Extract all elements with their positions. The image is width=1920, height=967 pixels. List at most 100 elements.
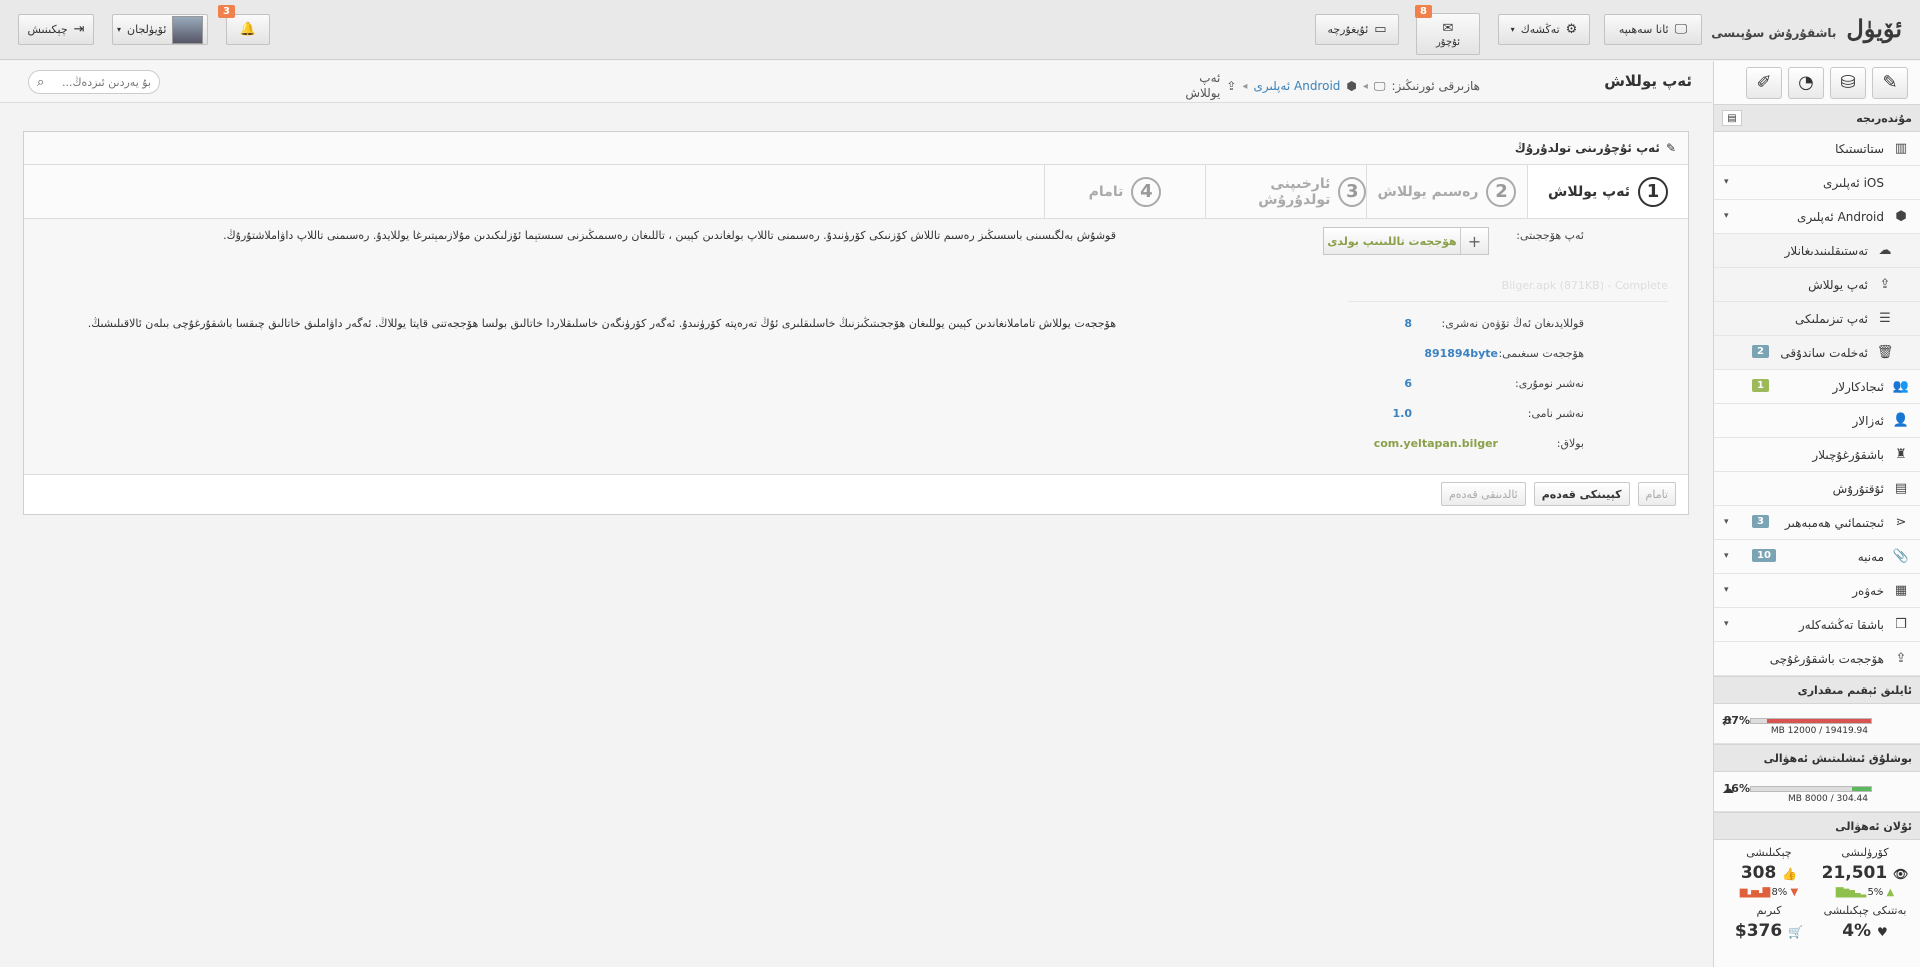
prev-step-button[interactable]: ئالدىنقى قەدەم xyxy=(1440,482,1526,506)
logout-button[interactable]: ⇥ چېكىنىش xyxy=(18,14,94,45)
edit-tool-button[interactable]: ✐ xyxy=(1746,66,1782,99)
avatar xyxy=(172,15,203,44)
chevron-down-icon: ▾ xyxy=(1724,585,1729,595)
traffic-stat: 87% MB 12000 / 19419.94 ⇄ xyxy=(1714,704,1920,744)
sidebar-item-android[interactable]: ⬢ Android ئەپلىرى ▾ xyxy=(1714,200,1920,234)
wizard-footer: ئالدىنقى قەدەم كېيىنكى قەدەم تامام xyxy=(24,475,1688,513)
sidebar-item-social[interactable]: ⋖ ئىجتىمائىي ھەمبەھىر 3 ▾ xyxy=(1714,506,1920,540)
keyboard-icon: ▭ xyxy=(1374,22,1387,37)
caret-up-icon: ▲ xyxy=(1886,887,1895,898)
views-label: كۆرۈلىشى xyxy=(1841,846,1889,859)
sidebar-item-upload[interactable]: ⇪ ئەپ يوللاش xyxy=(1714,268,1920,302)
breadcrumb-android-link[interactable]: Android ئەپلىرى xyxy=(1253,79,1340,93)
chevron-down-icon: ▾ xyxy=(1724,551,1729,561)
search-input[interactable] xyxy=(61,75,151,89)
notifications-badge: 3 xyxy=(218,5,235,18)
separator-icon: ◂ xyxy=(1242,80,1248,92)
sidebar-item-admins[interactable]: ♜ باشقۇرغۇچىلار xyxy=(1714,438,1920,472)
upload-panel: ✎ ئەپ ئۇچۇرىنى تولدۇرۇڭ 1 ئەپ يوللاش 2 ر… xyxy=(23,131,1689,515)
version-name-value: 1.0 xyxy=(1392,407,1413,420)
sidebar-section-header: مۇندەرىجە ▤ xyxy=(1714,104,1920,132)
envelope-icon: ✉ xyxy=(1442,20,1454,36)
language-button[interactable]: ▭ ئۇيغۇرچە xyxy=(1315,14,1399,45)
count-badge: 2 xyxy=(1752,345,1769,358)
brand-subtitle: باشقۇرۇش سۇپىسى xyxy=(1711,26,1837,40)
share-icon: ⋖ xyxy=(1895,515,1907,530)
top-header: ئۆيۈل باشقۇرۇش سۇپىسى 🖵 ئانا سەھىپە ⚙ تە… xyxy=(0,0,1920,60)
clicks-change: ▼ 8% ▇▃▅▂▆ xyxy=(1739,887,1799,898)
overview-header: ئۇلان ئەھۋالى xyxy=(1714,812,1920,840)
home-button[interactable]: 🖵 ئانا سەھىپە xyxy=(1604,14,1702,45)
settings-button[interactable]: ⚙ تەڭشەك ▾ xyxy=(1498,14,1590,45)
sidebar-item-ios[interactable]: iOS ئەپلىرى ▾ xyxy=(1714,166,1920,200)
step-label: تامام xyxy=(1088,183,1124,200)
green-sparkline-icon: ▂▃▅▆▇ xyxy=(1835,887,1866,898)
news-icon: ▤ xyxy=(1894,481,1908,496)
steps-filler xyxy=(24,165,1044,218)
sidebar-item-label: مەنبە xyxy=(1857,549,1884,564)
sidebar-item-pending[interactable]: ☁ تەستىقلىنىدىغانلار xyxy=(1714,234,1920,268)
overview-title: ئۇلان ئەھۋالى xyxy=(1835,819,1912,833)
chevron-down-icon: ▾ xyxy=(1510,25,1515,34)
sidebar-item-sources[interactable]: 📎 مەنبە 10 ▾ xyxy=(1714,540,1920,574)
gear-icon: ⚙ xyxy=(1565,22,1578,37)
version-code-value: 6 xyxy=(1404,377,1412,390)
sidebar-item-creators[interactable]: 👥 ئىجادكارلار 1 xyxy=(1714,370,1920,404)
upload-tray-icon: ⇪ xyxy=(1895,651,1907,666)
sidebar-item-file-manager[interactable]: ⇪ ھۆججەت باشقۇرغۇچى xyxy=(1714,642,1920,676)
search-box[interactable]: ⌕ xyxy=(28,70,160,94)
clicks-value: 👍 308 xyxy=(1740,863,1798,883)
views-change: ▲ 5% ▂▃▅▆▇ xyxy=(1835,887,1895,898)
step-3[interactable]: 3 ئارخىپنى تولدۇرۇش xyxy=(1205,165,1366,218)
upload-icon: ⇪ xyxy=(1226,79,1237,93)
android-icon: ⬢ xyxy=(1895,209,1907,224)
step-label: ئەپ يوللاش xyxy=(1548,183,1630,200)
pie-tool-button[interactable]: ◔ xyxy=(1788,66,1824,99)
plus-icon[interactable]: + xyxy=(1460,228,1488,254)
sidebar-item-statistics[interactable]: ▥ ستاتستىكا xyxy=(1714,132,1920,166)
sidebar-item-members[interactable]: 👤 ئەزالار xyxy=(1714,404,1920,438)
sidebar-item-trash[interactable]: 🗑 ئەخلەت ساندۇقى 2 xyxy=(1714,336,1920,370)
sidebar-item-app-list[interactable]: ☰ ئەپ تىزىملىكى xyxy=(1714,302,1920,336)
collapse-icon[interactable]: ▤ xyxy=(1722,110,1742,126)
chevron-down-icon: ▾ xyxy=(1724,619,1729,629)
next-step-button[interactable]: كېيىنكى قەدەم xyxy=(1533,482,1630,506)
pencil-tool-button[interactable]: ✎ xyxy=(1872,66,1908,99)
chart-icon: ▥ xyxy=(1894,141,1908,156)
clicks-label: چېكىلىشى xyxy=(1746,846,1792,859)
users-icon: 👥 xyxy=(1892,379,1910,394)
chevron-down-icon: ▾ xyxy=(1724,177,1729,187)
step-1[interactable]: 1 ئەپ يوللاش xyxy=(1527,165,1688,218)
step-number: 4 xyxy=(1131,176,1162,207)
user-menu-button[interactable]: ئۆيۈلجان ▾ xyxy=(112,14,208,45)
min-version-value: 8 xyxy=(1404,317,1412,330)
database-tool-button[interactable]: ⛁ xyxy=(1830,66,1866,99)
sidebar-item-label: ئەزالار xyxy=(1852,413,1884,428)
panel-title: ئەپ ئۇچۇرىنى تولدۇرۇڭ xyxy=(1514,141,1660,155)
file-select-button[interactable]: + ھۆججەت تاللىنىپ بولدى xyxy=(1323,227,1489,255)
brand[interactable]: ئۆيۈل باشقۇرۇش سۇپىسى xyxy=(1711,14,1902,44)
home-label: ئانا سەھىپە xyxy=(1618,23,1669,36)
sidebar-section-title: مۇندەرىجە xyxy=(1856,111,1912,125)
messages-button[interactable]: ✉ ئۇچۇر xyxy=(1416,13,1480,55)
panel-header: ✎ ئەپ ئۇچۇرىنى تولدۇرۇڭ xyxy=(24,132,1688,165)
step-2[interactable]: 2 رەسىم يوللاش xyxy=(1366,165,1527,218)
traffic-text: MB 12000 / 19419.94 xyxy=(1770,726,1868,736)
sidebar-item-announcements[interactable]: ▤ ئۇقتۇرۇش xyxy=(1714,472,1920,506)
finish-button[interactable]: تامام xyxy=(1637,482,1676,506)
notifications-button[interactable]: 🔔 xyxy=(226,14,270,45)
min-version-label: قوللايدىغان ئەڭ تۆۋەن نەشرى: xyxy=(1441,317,1584,330)
sidebar-item-news[interactable]: ▦ خەۋەر ▾ xyxy=(1714,574,1920,608)
sidebar-item-other-settings[interactable]: ❒ باشقا تەڭشەكلەر ▾ xyxy=(1714,608,1920,642)
cloud-icon: ☁ xyxy=(1722,782,1734,796)
sidebar-item-label: Android ئەپلىرى xyxy=(1797,209,1884,224)
pencil-icon: ✎ xyxy=(1665,141,1676,155)
search-icon[interactable]: ⌕ xyxy=(37,75,44,90)
traffic-progress-fill xyxy=(1766,719,1871,723)
sidebar-item-label: ئەپ تىزىملىكى xyxy=(1795,311,1868,326)
step-4[interactable]: 4 تامام xyxy=(1044,165,1205,218)
user-name: ئۆيۈلجان xyxy=(127,23,167,36)
step-number: 2 xyxy=(1486,176,1517,207)
storage-stat: 16% MB 8000 / 304.44 ☁ xyxy=(1714,772,1920,812)
list-icon: ☰ xyxy=(1879,311,1891,326)
